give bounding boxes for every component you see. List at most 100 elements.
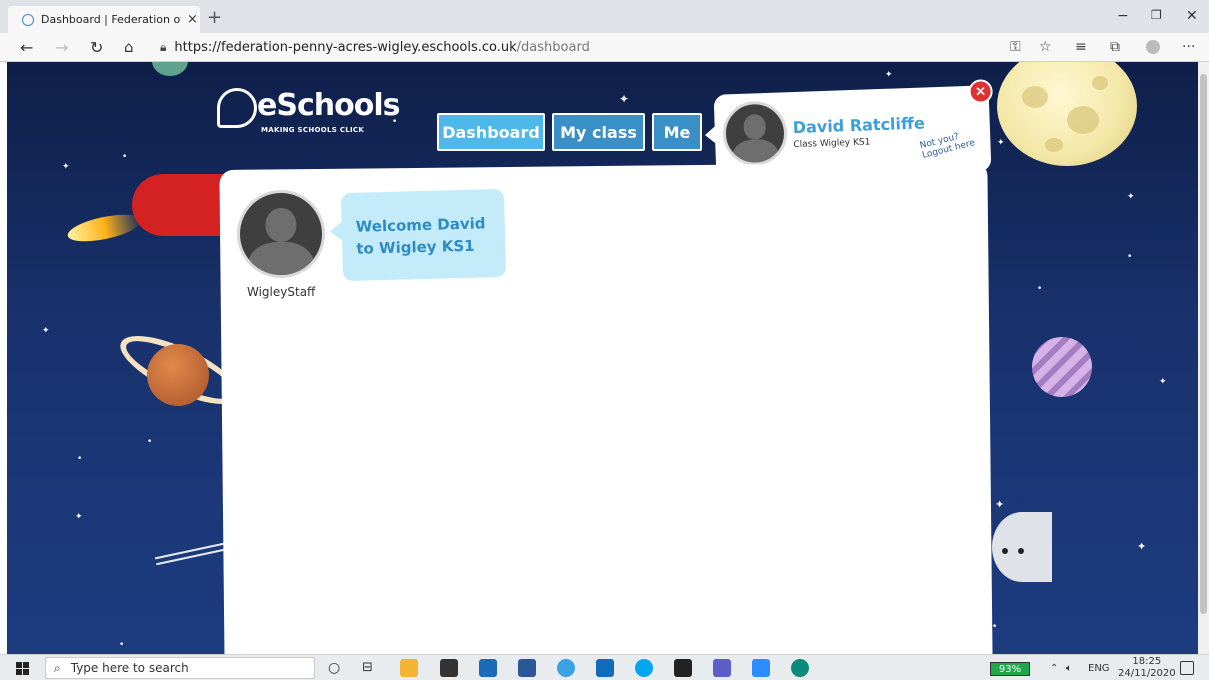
windows-taskbar: ⌕ Type here to search ○ ⊟ 93% ⌃ 🔈︎ ENG 1… <box>0 654 1209 680</box>
user-class: Class Wigley KS1 <box>793 137 871 151</box>
avatar-body <box>731 138 780 167</box>
internet-explorer-icon[interactable] <box>557 659 575 677</box>
star-decoration: ✦ <box>995 498 1005 511</box>
nav-tab-dashboard[interactable]: Dashboard <box>437 113 545 151</box>
staff-avatar[interactable] <box>237 190 325 278</box>
cortana-icon[interactable]: ○ <box>328 660 340 676</box>
favorite-star-icon[interactable]: ☆ <box>1039 39 1052 55</box>
collections-icon[interactable]: ⧉ <box>1110 39 1120 55</box>
welcome-line-1: Welcome David <box>355 214 486 236</box>
action-center-icon[interactable] <box>1180 661 1194 675</box>
staff-name: WigleyStaff <box>247 285 316 299</box>
logout-close-icon[interactable]: × <box>968 79 994 104</box>
taskbar-search-box[interactable]: ⌕ Type here to search <box>45 657 315 679</box>
star-decoration: ✦ <box>75 512 83 522</box>
url-host: https://federation-penny-acres-wigley.es… <box>174 39 517 55</box>
profile-avatar-icon[interactable] <box>1146 40 1160 54</box>
page-scrollbar[interactable] <box>1198 62 1209 654</box>
file-explorer-icon[interactable] <box>400 659 418 677</box>
windows-start-icon[interactable] <box>16 662 29 675</box>
search-placeholder: Type here to search <box>70 661 189 675</box>
favorites-list-icon[interactable]: ≡ <box>1075 39 1087 55</box>
rocket-flame-decoration <box>65 209 144 247</box>
welcome-bubble: Welcome David to Wigley KS1 <box>329 188 507 282</box>
rocket-decoration <box>132 174 232 236</box>
star-decoration: ✦ <box>1127 192 1135 202</box>
purple-planet-decoration <box>1032 337 1092 397</box>
user-name: David Ratcliffe <box>792 113 926 138</box>
logo-tagline: MAKING SCHOOLS CLICK <box>261 126 365 134</box>
saturn-planet-decoration <box>147 344 209 406</box>
eschools-favicon-icon <box>22 13 34 26</box>
star-decoration: • <box>77 454 83 464</box>
close-window-button[interactable]: ✕ <box>1186 8 1198 24</box>
logout-link[interactable]: Not you? Logout here <box>919 128 976 161</box>
welcome-line-2: to Wigley KS1 <box>356 236 475 258</box>
star-decoration: ✦ <box>997 138 1005 148</box>
forward-arrow-icon[interactable]: → <box>55 38 68 57</box>
minimize-button[interactable]: − <box>1117 8 1129 24</box>
zoom-icon[interactable] <box>752 659 770 677</box>
star-decoration: ✦ <box>42 326 50 336</box>
nav-tab-my-class[interactable]: My class <box>552 113 645 151</box>
taskbar-clock[interactable]: 18:25 24/11/2020 <box>1118 656 1176 680</box>
comet-decoration <box>154 542 226 566</box>
star-decoration: ✦ <box>619 92 630 106</box>
star-decoration: • <box>1037 284 1043 294</box>
refresh-icon[interactable]: ↻ <box>90 38 103 57</box>
address-bar: ← → ↻ ⌂ 🔒︎ https://federation-penny-acre… <box>0 33 1209 62</box>
skype-icon[interactable] <box>635 659 653 677</box>
mail-icon[interactable] <box>479 659 497 677</box>
new-tab-button[interactable]: + <box>207 7 222 28</box>
avatar-body <box>248 242 314 275</box>
star-decoration: ✦ <box>885 70 893 80</box>
avatar-head <box>265 207 297 243</box>
avatar-head <box>743 114 767 140</box>
ufo-light <box>1002 548 1008 554</box>
star-decoration: • <box>1127 252 1133 262</box>
photos-icon[interactable] <box>674 659 692 677</box>
store-icon[interactable] <box>440 659 458 677</box>
bubble-pointer <box>704 124 718 146</box>
url-field[interactable]: 🔒︎ https://federation-penny-acres-wigley… <box>160 37 1040 57</box>
star-decoration: ✦ <box>62 162 70 172</box>
lock-icon: 🔒︎ <box>160 39 167 54</box>
moon-crater <box>1092 76 1108 90</box>
task-view-icon[interactable]: ⊟ <box>362 660 373 675</box>
ufo-light <box>1018 548 1024 554</box>
word-icon[interactable] <box>518 659 536 677</box>
eschools-logo-mark-icon <box>217 88 257 128</box>
teams-icon[interactable] <box>713 659 731 677</box>
bubble-pointer <box>329 221 344 242</box>
url-path: /dashboard <box>516 39 590 55</box>
nav-tab-me[interactable]: Me <box>652 113 702 151</box>
tab-title: Dashboard | Federation of Penny Acres <box>41 13 181 26</box>
browser-tab-bar: Dashboard | Federation of Penny Acres × … <box>0 0 1209 33</box>
volume-icon[interactable]: 🔈︎ <box>1066 663 1072 674</box>
star-decoration: • <box>992 622 998 632</box>
outlook-icon[interactable] <box>596 659 614 677</box>
clock-time: 18:25 <box>1132 656 1162 667</box>
battery-indicator[interactable]: 93% <box>990 662 1030 676</box>
language-indicator[interactable]: ENG <box>1088 663 1110 674</box>
star-decoration: • <box>147 437 153 447</box>
ufo-decoration <box>992 512 1052 582</box>
search-icon: ⌕ <box>54 660 61 675</box>
moon-crater <box>1045 138 1063 152</box>
key-icon[interactable]: ⚿ <box>1010 39 1021 55</box>
restore-button[interactable]: ❐ <box>1151 8 1162 22</box>
home-icon[interactable]: ⌂ <box>124 38 134 56</box>
page-viewport: ✦ • • ✦ ✦ ✦ • • ✦ • • ✦ ✦ ✦ ✦ • • ✦ eSch… <box>7 62 1198 654</box>
tab-close-icon[interactable]: × <box>187 12 198 27</box>
back-arrow-icon[interactable]: ← <box>20 38 33 57</box>
edge-icon[interactable] <box>791 659 809 677</box>
scrollbar-thumb[interactable] <box>1200 74 1207 614</box>
star-decoration: ✦ <box>1159 377 1167 387</box>
show-hidden-icons-icon[interactable]: ⌃ <box>1050 663 1058 674</box>
moon-crater <box>1067 106 1099 134</box>
welcome-message: Welcome David to Wigley KS1 <box>355 212 496 260</box>
browser-tab[interactable]: Dashboard | Federation of Penny Acres × <box>8 6 200 33</box>
moon-crater <box>1022 86 1048 108</box>
star-decoration: • <box>122 152 128 162</box>
more-menu-icon[interactable]: ··· <box>1182 39 1195 55</box>
